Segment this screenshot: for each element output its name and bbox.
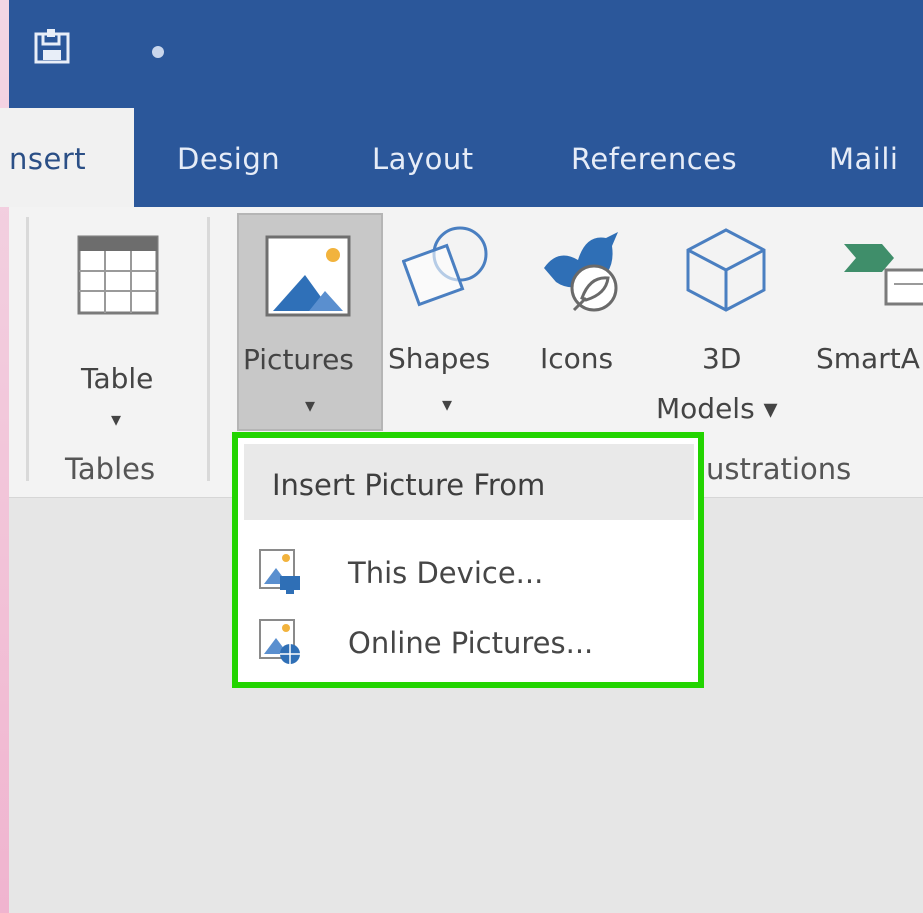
tab-references-label: References: [571, 142, 738, 176]
tab-mailings-label: Maili: [829, 142, 899, 176]
group-label-tables: Tables: [65, 452, 156, 486]
menu-item-online-pictures[interactable]: Online Pictures...: [244, 608, 694, 678]
cube-icon: [686, 228, 766, 312]
table-dropdown-arrow: ▾: [111, 407, 122, 431]
table-button[interactable]: Table ▾: [71, 227, 161, 437]
dropdown-header-label: Insert Picture From: [272, 468, 546, 502]
shapes-dropdown-arrow: ▾: [442, 392, 453, 416]
save-icon[interactable]: [33, 28, 71, 66]
tab-design[interactable]: Design: [177, 142, 280, 176]
3d-models-label-line1: 3D: [702, 342, 742, 375]
online-picture-icon: [259, 619, 300, 664]
3d-models-button[interactable]: 3D Models ▾: [650, 220, 800, 430]
icons-icon: [544, 232, 618, 312]
menu-item-online-pictures-label: Online Pictures...: [348, 626, 594, 660]
menu-item-this-device-label: This Device...: [348, 556, 544, 590]
tab-design-label: Design: [177, 142, 281, 176]
group-separator: [26, 217, 29, 481]
icons-label: Icons: [540, 342, 614, 375]
3d-models-label-line2: Models ▾: [656, 392, 778, 425]
menu-item-this-device[interactable]: This Device...: [244, 538, 694, 608]
insert-picture-dropdown: Insert Picture From This Device... Onlin…: [232, 432, 704, 688]
tab-layout[interactable]: Layout: [372, 142, 474, 176]
picture-icon: [265, 235, 351, 317]
pictures-label: Pictures: [243, 343, 354, 376]
table-label: Table: [81, 362, 154, 395]
shapes-icon: [402, 226, 488, 307]
shapes-label: Shapes: [388, 342, 491, 375]
smartart-label: SmartA: [816, 342, 920, 375]
smartart-button[interactable]: SmartA: [812, 220, 923, 390]
icons-button[interactable]: Icons: [524, 220, 634, 390]
tab-insert-label: nsert: [9, 142, 87, 176]
tab-mailings[interactable]: Maili: [829, 142, 898, 176]
pictures-button[interactable]: Pictures ▾: [237, 213, 383, 431]
dropdown-header: Insert Picture From: [244, 444, 694, 520]
tab-insert[interactable]: nsert: [0, 108, 134, 207]
customize-dot-icon[interactable]: [152, 46, 164, 58]
device-picture-icon: [259, 549, 300, 594]
title-bar: [9, 0, 923, 108]
tab-layout-label: Layout: [372, 142, 474, 176]
pictures-dropdown-arrow: ▾: [305, 393, 316, 417]
group-label-illustrations: ustrations: [706, 452, 852, 486]
smartart-icon: [844, 244, 923, 306]
table-icon: [77, 235, 159, 315]
group-separator: [207, 217, 210, 481]
tab-references[interactable]: References: [571, 142, 737, 176]
shapes-button[interactable]: Shapes ▾: [386, 220, 508, 430]
ribbon-tab-bar: nsert Design Layout References Maili: [0, 108, 923, 207]
